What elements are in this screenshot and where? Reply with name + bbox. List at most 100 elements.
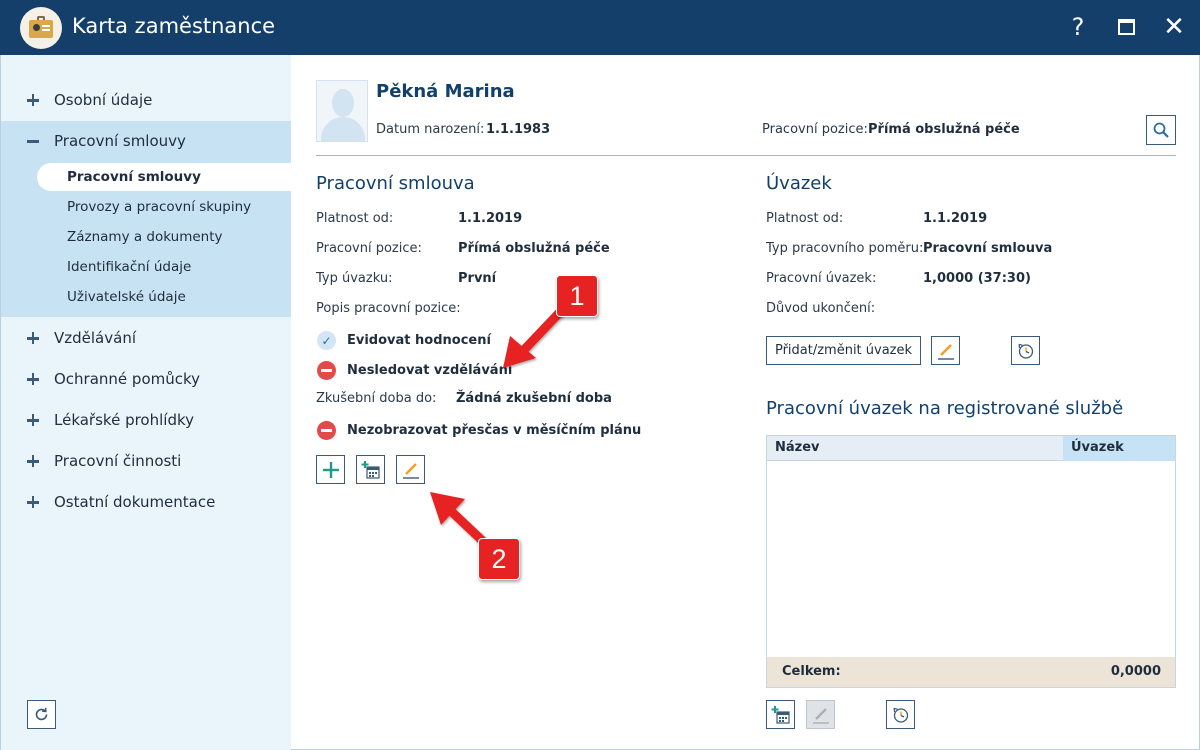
sidebar-item-label: Lékařské prohlídky (54, 411, 194, 429)
sidebar-subitem-identifikacni[interactable]: Identifikační údaje (37, 253, 292, 281)
sidebar-item-lekarske-prohlidky[interactable]: Lékařské prohlídky (1, 400, 292, 440)
contract-field-label: Pracovní pozice: (316, 241, 422, 256)
status-label: Evidovat hodnocení (347, 333, 491, 348)
status-label: Nezobrazovat přesčas v měsíčním plánu (347, 423, 642, 438)
contract-field-value: 1.1.2019 (458, 211, 523, 226)
contract-section-title: Pracovní smlouva (316, 173, 475, 194)
workload-field-value: Pracovní smlouva (923, 241, 1053, 256)
pencil-icon (937, 343, 954, 360)
sidebar-subitem-pracovni-smlouvy[interactable]: Pracovní smlouvy (37, 163, 292, 191)
sidebar-item-ochranne-pomucky[interactable]: Ochranné pomůcky (1, 359, 292, 399)
add-contract-button[interactable] (316, 455, 345, 484)
add-registered-button[interactable] (766, 700, 795, 729)
status-label: Nesledovat vzdělávání (347, 363, 513, 378)
minus-circle-icon (317, 361, 336, 380)
pencil-icon (812, 707, 829, 724)
minus-icon (27, 135, 39, 147)
maximize-icon (1117, 19, 1135, 35)
probation-label: Zkušební doba do: (316, 391, 437, 406)
contract-field-label: Platnost od: (316, 211, 394, 226)
workload-section-title: Úvazek (766, 173, 832, 194)
sidebar-subitem-zaznamy[interactable]: Záznamy a dokumenty (37, 223, 292, 251)
plus-icon (27, 373, 39, 385)
window-title: Karta zaměstnance (72, 14, 276, 38)
status-evaluation: ✓ Evidovat hodnocení (317, 331, 491, 350)
add-calendar-button[interactable] (356, 455, 385, 484)
annotation-callout-2: 2 (478, 538, 520, 580)
sidebar-item-vzdelavani[interactable]: Vzdělávání (1, 318, 292, 358)
table-header: Název Úvazek (767, 436, 1175, 461)
sidebar-item-osobni-udaje[interactable]: Osobní údaje (1, 80, 292, 120)
annotation-callout-1: 1 (556, 275, 598, 317)
plus-icon (27, 496, 39, 508)
sidebar-subitem-uzivatelske[interactable]: Uživatelské údaje (37, 283, 292, 311)
history-icon (893, 707, 908, 723)
refresh-icon (35, 707, 48, 721)
column-header-workload[interactable]: Úvazek (1063, 436, 1175, 461)
probation-value: Žádná zkušební doba (456, 391, 612, 406)
search-button[interactable] (1146, 115, 1176, 145)
search-icon (1153, 122, 1169, 138)
workload-field-label: Platnost od: (766, 211, 844, 226)
workload-field-value: 1,0000 (37:30) (923, 271, 1031, 286)
maximize-button[interactable] (1109, 10, 1143, 44)
close-button[interactable]: ✕ (1157, 10, 1191, 44)
contract-field-value: První (458, 271, 497, 286)
employee-name: Pěkná Marina (376, 81, 515, 102)
pencil-icon (402, 462, 419, 479)
help-button[interactable]: ? (1061, 10, 1095, 44)
workload-field-label: Pracovní úvazek: (766, 271, 877, 286)
plus-icon (27, 455, 39, 467)
status-education: Nesledovat vzdělávání (317, 361, 512, 380)
history-icon (1018, 343, 1033, 359)
sidebar-item-pracovni-cinnosti[interactable]: Pracovní činnosti (1, 441, 292, 481)
workload-field-label: Typ pracovního poměru: (766, 241, 924, 256)
sidebar-item-pracovni-smlouvy[interactable]: Pracovní smlouvy (1, 121, 292, 161)
position-label: Pracovní pozice: (762, 122, 868, 137)
plus-icon (27, 332, 39, 344)
column-header-name[interactable]: Název (775, 440, 820, 455)
total-value: 0,0000 (1110, 664, 1161, 679)
add-change-workload-button[interactable]: Přidat/změnit úvazek (766, 336, 921, 365)
header-divider (316, 155, 1176, 156)
edit-workload-button[interactable] (931, 336, 960, 365)
workload-field-label: Důvod ukončení: (766, 301, 876, 316)
sidebar-item-ostatni-dokumentace[interactable]: Ostatní dokumentace (1, 482, 292, 522)
sidebar-subitem-provozy[interactable]: Provozy a pracovní skupiny (37, 193, 292, 221)
avatar (316, 80, 368, 142)
birth-label: Datum narození: (376, 122, 485, 137)
contract-field-label: Typ úvazku: (316, 271, 393, 286)
birth-value: 1.1.1983 (486, 122, 551, 137)
contract-field-value: Přímá obslužná péče (458, 241, 610, 256)
plus-icon (27, 414, 39, 426)
calendar-add-icon (771, 705, 790, 724)
refresh-button[interactable] (27, 700, 56, 729)
history-registered-button[interactable] (886, 700, 915, 729)
sidebar: Osobní údaje Pracovní smlouvy Pracovní s… (0, 55, 292, 750)
plus-icon (27, 94, 39, 106)
contract-field-label: Popis pracovní pozice: (316, 301, 461, 316)
sidebar-item-label: Osobní údaje (54, 91, 153, 109)
plus-icon (322, 461, 339, 478)
check-icon: ✓ (317, 331, 336, 350)
main-panel: Pěkná Marina Datum narození: 1.1.1983 Pr… (291, 55, 1200, 750)
sidebar-item-label: Ochranné pomůcky (54, 370, 201, 388)
table-footer: Celkem: 0,0000 (767, 657, 1175, 687)
sidebar-item-label: Pracovní smlouvy (54, 132, 186, 150)
status-overtime: Nezobrazovat přesčas v měsíčním plánu (317, 421, 641, 440)
workload-field-value: 1.1.2019 (923, 211, 988, 226)
sidebar-item-label: Ostatní dokumentace (54, 493, 216, 511)
total-label: Celkem: (782, 664, 841, 679)
position-value: Přímá obslužná péče (868, 122, 1020, 137)
registered-section-title: Pracovní úvazek na registrované službě (766, 398, 1124, 419)
calendar-add-icon (361, 460, 380, 479)
sidebar-item-label: Pracovní činnosti (54, 452, 182, 470)
registered-workload-table: Název Úvazek Celkem: 0,0000 (766, 435, 1176, 688)
employee-card-icon (20, 7, 62, 49)
edit-registered-button[interactable] (806, 700, 835, 729)
edit-contract-button[interactable] (396, 455, 425, 484)
history-workload-button[interactable] (1011, 336, 1040, 365)
sidebar-item-label: Vzdělávání (54, 329, 136, 347)
title-bar: Karta zaměstnance ? ✕ (0, 0, 1200, 55)
minus-circle-icon (317, 421, 336, 440)
